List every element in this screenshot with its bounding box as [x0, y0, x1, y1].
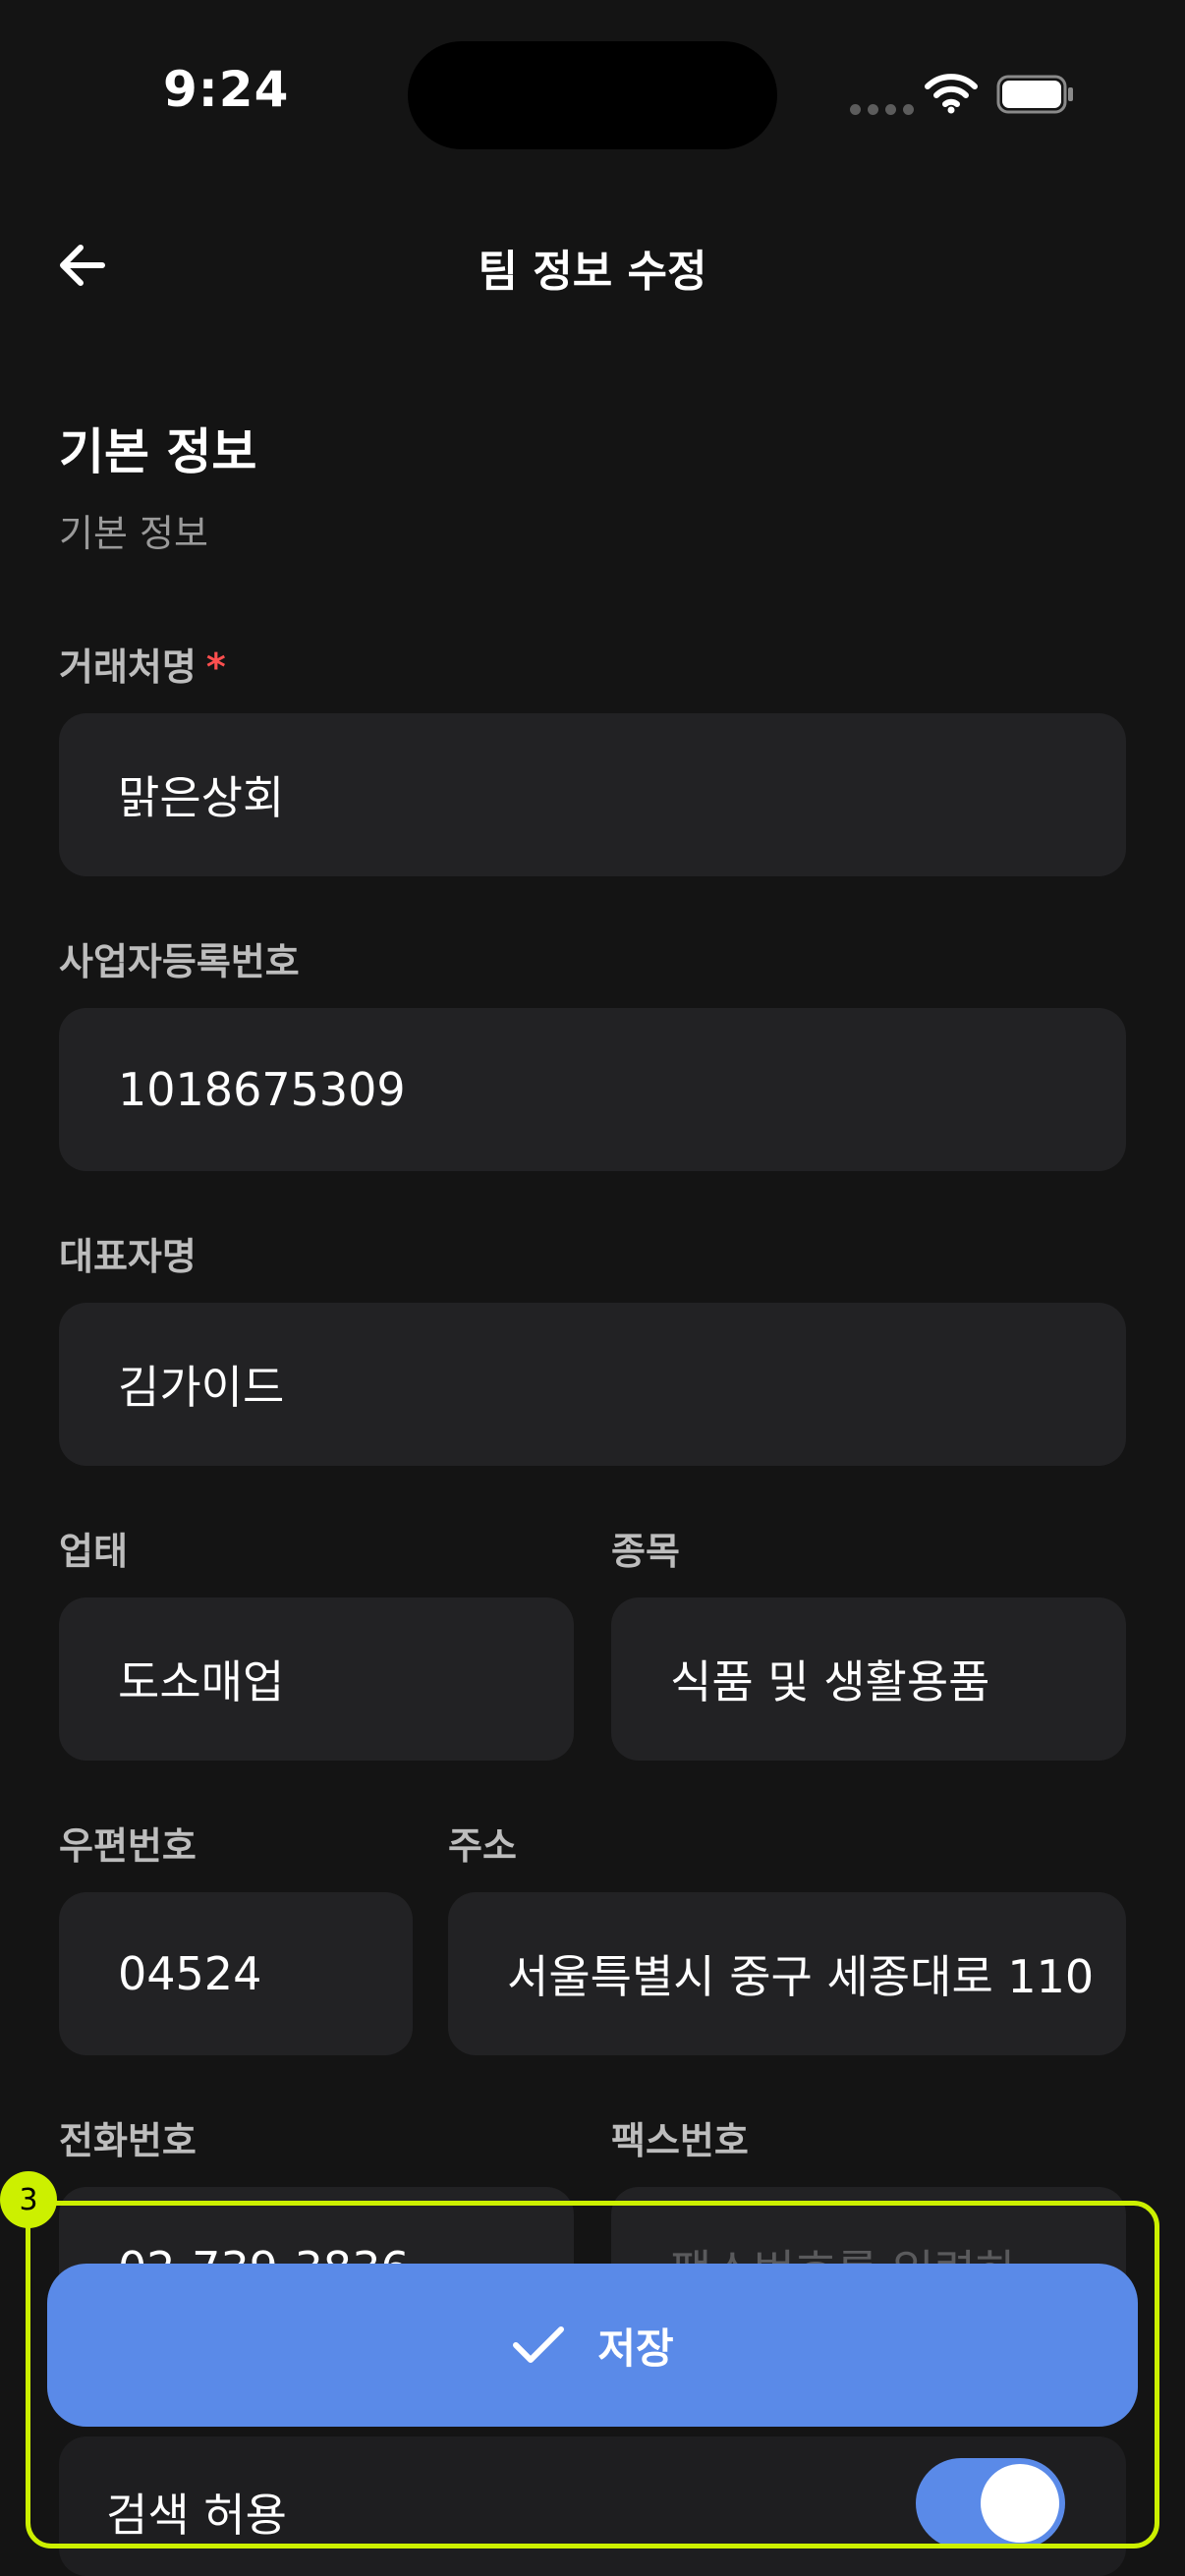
signal-icon: [850, 104, 914, 115]
section-title: 기본 정보: [59, 423, 257, 480]
wifi-icon: [925, 74, 978, 114]
company-name-label-text: 거래처명: [59, 645, 197, 689]
section-subtitle: 기본 정보: [59, 512, 208, 555]
postal-code-label: 우편번호: [59, 1824, 197, 1868]
highlight-box: [26, 2201, 1159, 2548]
address-label: 주소: [448, 1824, 517, 1868]
business-item-value: 식품 및 생활용품: [670, 1655, 990, 1708]
battery-icon: [996, 75, 1073, 114]
business-type-label: 업태: [59, 1530, 128, 1573]
business-number-value: 1018675309: [118, 1063, 406, 1116]
business-number-label: 사업자등록번호: [59, 940, 300, 983]
dynamic-island: [408, 41, 777, 149]
address-field[interactable]: 서울특별시 중구 세종대로 110: [448, 1892, 1126, 2055]
phone-label: 전화번호: [59, 2119, 197, 2162]
business-number-field[interactable]: 1018675309: [59, 1008, 1126, 1171]
ceo-name-field[interactable]: 김가이드: [59, 1303, 1126, 1466]
ceo-name-value: 김가이드: [118, 1361, 285, 1414]
fax-label: 팩스번호: [611, 2119, 749, 2162]
address-value: 서울특별시 중구 세종대로 110: [507, 1950, 1095, 2003]
ceo-name-label: 대표자명: [59, 1235, 197, 1278]
company-name-value: 맑은상회: [118, 771, 285, 824]
page-title: 팀 정보 수정: [478, 247, 707, 297]
status-time: 9:24: [163, 61, 290, 118]
required-mark: *: [205, 645, 226, 689]
business-item-field[interactable]: 식품 및 생활용품: [611, 1597, 1126, 1761]
postal-code-value: 04524: [118, 1947, 262, 2000]
business-item-label: 종목: [611, 1530, 680, 1573]
business-type-field[interactable]: 도소매업: [59, 1597, 574, 1761]
highlight-number-badge: 3: [0, 2171, 57, 2228]
business-type-value: 도소매업: [118, 1655, 285, 1708]
company-name-label: 거래처명 *: [59, 637, 226, 691]
company-name-field[interactable]: 맑은상회: [59, 713, 1126, 876]
postal-code-field[interactable]: 04524: [59, 1892, 413, 2055]
